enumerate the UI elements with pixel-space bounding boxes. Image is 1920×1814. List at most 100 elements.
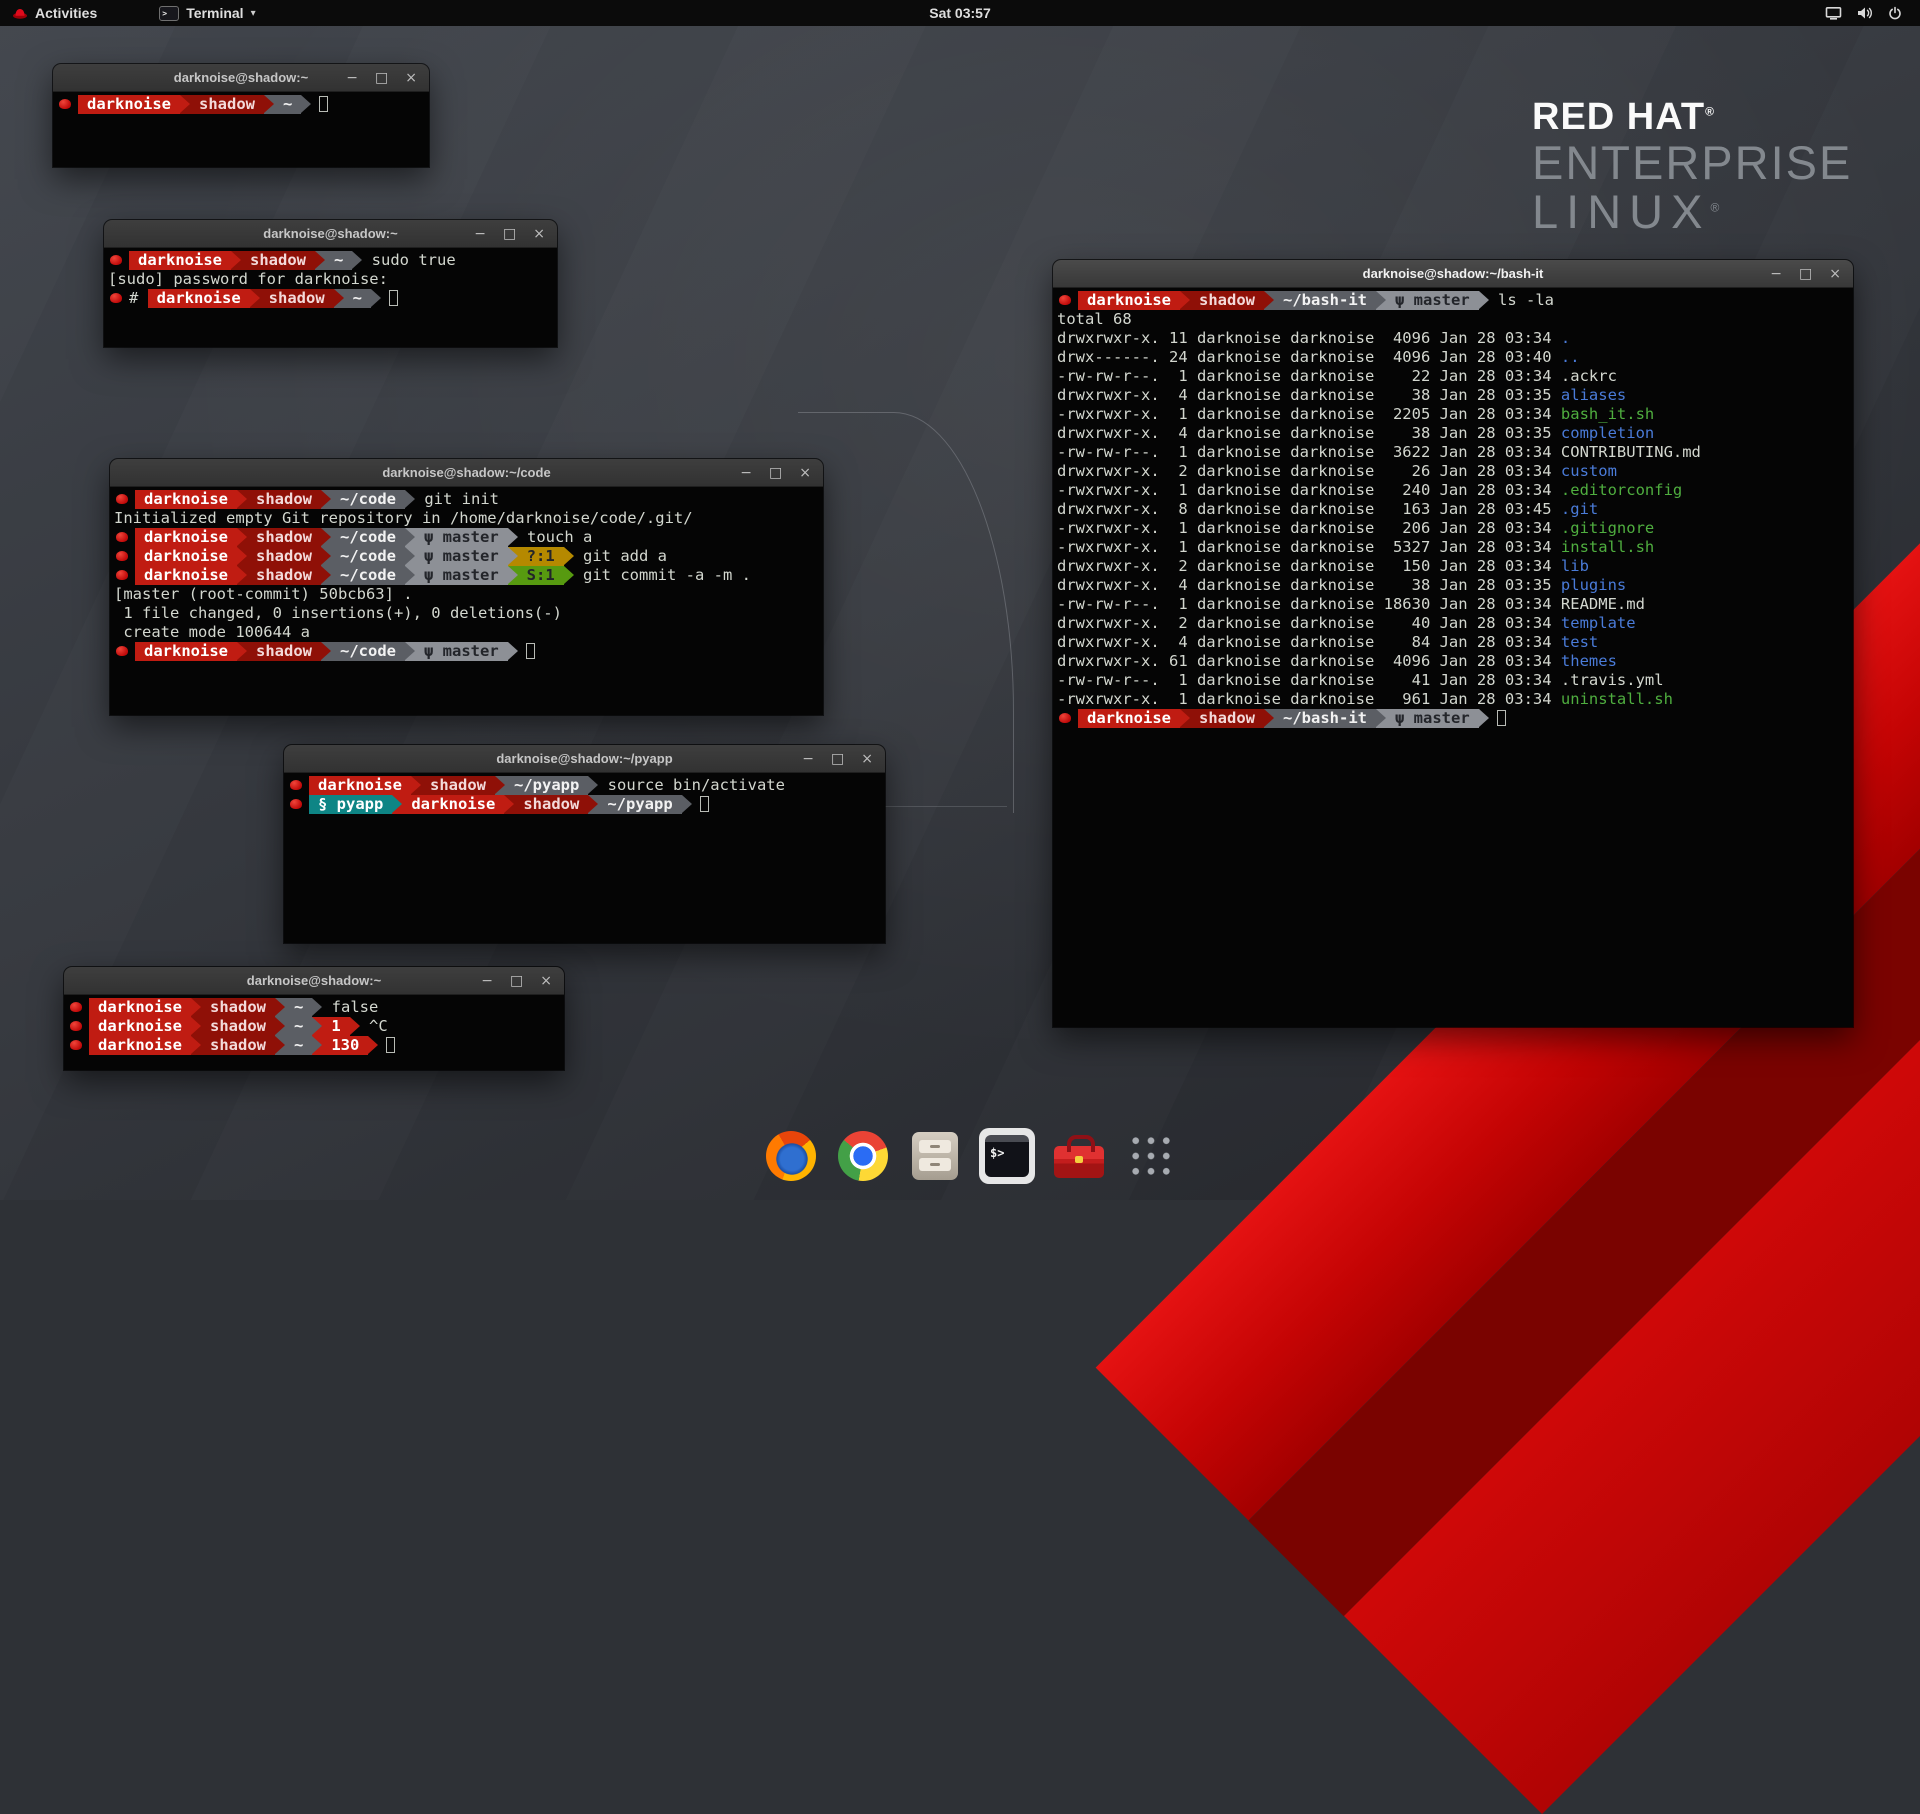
powerline-arrow-icon	[588, 795, 598, 814]
close-button[interactable]: ×	[861, 752, 873, 766]
directory-name: test	[1561, 633, 1598, 651]
dock-chrome[interactable]	[835, 1128, 891, 1184]
terminal-line: # darknoiseshadow~	[108, 289, 554, 308]
terminal-content[interactable]: darknoiseshadow~/bash-itmaster ls -latot…	[1053, 288, 1853, 728]
terminal-text: -rwxrwxr-x. 1 darknoise darknoise 240 Ja…	[1057, 481, 1561, 499]
minimize-button[interactable]: −	[740, 466, 752, 480]
close-button[interactable]: ×	[533, 227, 545, 241]
terminal-content[interactable]: darknoiseshadow~ sudo true[sudo] passwor…	[104, 248, 557, 308]
close-button[interactable]: ×	[799, 466, 811, 480]
window-titlebar[interactable]: darknoise@shadow:~/code − □ ×	[110, 459, 823, 487]
maximize-button[interactable]: □	[503, 227, 516, 241]
rhel-logo-brand: RED HAT®	[1532, 98, 1852, 138]
display-icon[interactable]	[1825, 6, 1842, 20]
terminal-text: git init	[415, 490, 499, 508]
terminal-text: -rw-rw-r--. 1 darknoise darknoise 3622 J…	[1057, 443, 1701, 461]
window-titlebar[interactable]: darknoise@shadow:~ − □ ×	[64, 967, 564, 995]
powerline-arrow-icon	[392, 795, 402, 814]
minimize-button[interactable]: −	[346, 71, 358, 85]
prompt-segment-user: darknoise	[1078, 709, 1180, 728]
maximize-button[interactable]: □	[375, 71, 388, 85]
window-titlebar[interactable]: darknoise@shadow:~/pyapp − □ ×	[284, 745, 885, 773]
rhel-logo: RED HAT® ENTERPRISE LINUX®	[1532, 98, 1852, 237]
window-titlebar[interactable]: darknoise@shadow:~ − □ ×	[53, 64, 429, 92]
powerline-arrow-icon	[231, 251, 241, 270]
minimize-button[interactable]: −	[802, 752, 814, 766]
minimize-button[interactable]: −	[474, 227, 486, 241]
powerline-arrow-icon	[508, 642, 518, 661]
terminal-content[interactable]: darknoiseshadow~ falsedarknoiseshadow~1 …	[64, 995, 564, 1055]
activities-button[interactable]: Activities	[0, 0, 109, 26]
powerline-arrow-icon	[508, 528, 518, 547]
powerline-arrow-icon	[250, 289, 260, 308]
dock-terminal[interactable]: $>	[979, 1128, 1035, 1184]
prompt-segment-path: ~	[285, 998, 312, 1017]
directory-name: completion	[1561, 424, 1654, 442]
powerline-arrow-icon	[321, 642, 331, 661]
powerline-arrow-icon	[312, 1036, 322, 1055]
prompt-segment-path: ~	[285, 1017, 312, 1036]
window-controls: − □ ×	[740, 459, 811, 486]
powerline-arrow-icon	[508, 566, 518, 585]
dock-files[interactable]	[907, 1128, 963, 1184]
prompt-segment-stage: S:1	[518, 566, 564, 585]
redhat-prompt-icon	[116, 646, 128, 656]
terminal-window-exitcodes: darknoise@shadow:~ − □ × darknoiseshadow…	[64, 967, 564, 1070]
window-title: darknoise@shadow:~/pyapp	[496, 751, 672, 766]
window-titlebar[interactable]: darknoise@shadow:~/bash-it − □ ×	[1053, 260, 1853, 288]
terminal-line: -rwxrwxr-x. 1 darknoise darknoise 2205 J…	[1057, 405, 1850, 424]
directory-name: .git	[1561, 500, 1598, 518]
dock-firefox[interactable]	[763, 1128, 819, 1184]
maximize-button[interactable]: □	[1799, 267, 1812, 281]
powerline-arrow-icon	[405, 490, 415, 509]
maximize-button[interactable]: □	[510, 974, 523, 988]
directory-name: lib	[1561, 557, 1589, 575]
terminal-text: drwxrwxr-x. 4 darknoise darknoise 38 Jan…	[1057, 386, 1561, 404]
dock-app-grid[interactable]	[1123, 1128, 1179, 1184]
maximize-button[interactable]: □	[831, 752, 844, 766]
terminal-content[interactable]: darknoiseshadow~/pyapp source bin/activa…	[284, 773, 885, 814]
clock[interactable]: Sat 03:57	[929, 5, 990, 21]
prompt-segment-user: darknoise	[135, 528, 237, 547]
powerline-arrow-icon	[191, 998, 201, 1017]
minimize-button[interactable]: −	[1770, 267, 1782, 281]
terminal-line: -rw-rw-r--. 1 darknoise darknoise 22 Jan…	[1057, 367, 1850, 386]
volume-icon[interactable]	[1857, 6, 1873, 20]
terminal-text: [master (root-commit) 50bcb63] .	[114, 585, 413, 603]
terminal-text: total 68	[1057, 310, 1132, 328]
terminal-text: -rw-rw-r--. 1 darknoise darknoise 18630 …	[1057, 595, 1645, 613]
close-button[interactable]: ×	[405, 71, 417, 85]
powerline-arrow-icon	[275, 1036, 285, 1055]
terminal-text: drwxrwxr-x. 11 darknoise darknoise 4096 …	[1057, 329, 1561, 347]
powerline-arrow-icon	[368, 1036, 378, 1055]
power-icon[interactable]	[1888, 6, 1902, 20]
prompt-segment-user: darknoise	[89, 1036, 191, 1055]
powerline-arrow-icon	[411, 776, 421, 795]
terminal-line: darknoiseshadow~/pyapp source bin/activa…	[288, 776, 882, 795]
prompt-segment-user: darknoise	[1078, 291, 1180, 310]
prompt-segment-path: ~	[285, 1036, 312, 1055]
powerline-arrow-icon	[1376, 291, 1386, 310]
activities-label: Activities	[35, 5, 97, 21]
app-menu-terminal[interactable]: > Terminal ▾	[147, 0, 267, 26]
close-button[interactable]: ×	[540, 974, 552, 988]
dock-toolbox[interactable]	[1051, 1128, 1107, 1184]
terminal-content[interactable]: darknoiseshadow~/code git initInitialize…	[110, 487, 823, 661]
powerline-arrow-icon	[321, 566, 331, 585]
terminal-window-home-1: darknoise@shadow:~ − □ × darknoiseshadow…	[53, 64, 429, 167]
close-button[interactable]: ×	[1829, 267, 1841, 281]
window-titlebar[interactable]: darknoise@shadow:~ − □ ×	[104, 220, 557, 248]
redhat-prompt-icon	[116, 532, 128, 542]
powerline-arrow-icon	[301, 95, 311, 114]
minimize-button[interactable]: −	[481, 974, 493, 988]
terminal-text: -rwxrwxr-x. 1 darknoise darknoise 5327 J…	[1057, 538, 1561, 556]
terminal-line: [sudo] password for darknoise:	[108, 270, 554, 289]
prompt-segment-path: ~/bash-it	[1274, 291, 1376, 310]
terminal-content[interactable]: darknoiseshadow~	[53, 92, 429, 114]
terminal-line: total 68	[1057, 310, 1850, 329]
powerline-arrow-icon	[237, 642, 247, 661]
prompt-segment-host: shadow	[1190, 291, 1264, 310]
terminal-line: Initialized empty Git repository in /hom…	[114, 509, 820, 528]
powerline-arrow-icon	[405, 566, 415, 585]
maximize-button[interactable]: □	[769, 466, 782, 480]
